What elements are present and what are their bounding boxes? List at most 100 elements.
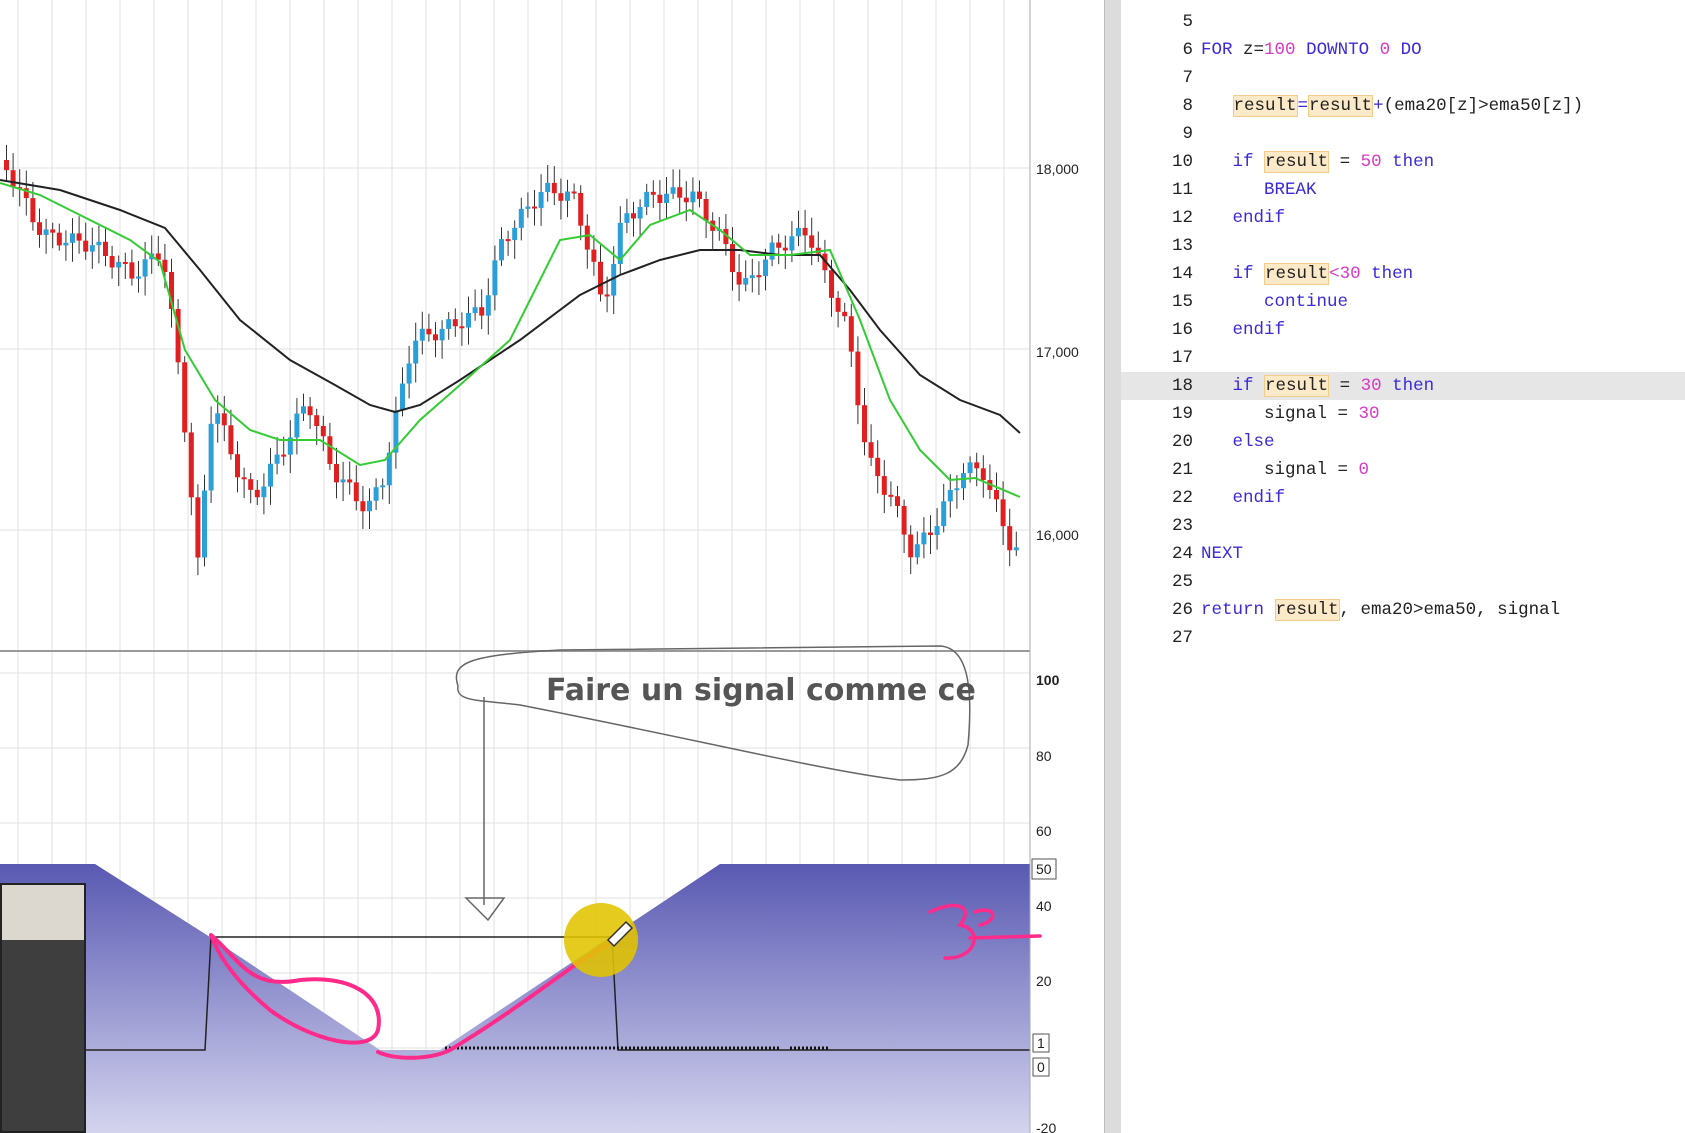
candle-bearish [736,272,742,285]
code-line[interactable]: 27 [1121,624,1685,652]
candle-bullish [954,488,960,491]
line-number: 15 [1171,292,1193,312]
candle-bullish [406,363,412,384]
code-text[interactable]: if result<30 then [1201,260,1413,288]
code-text[interactable]: signal = 0 [1201,456,1369,484]
indicator-result-area [0,864,1030,1133]
line-number: 17 [1171,348,1193,368]
splitter-bar[interactable] [1104,0,1122,1133]
code-text[interactable]: continue [1201,288,1348,316]
ema-lines [0,179,1021,498]
candle-bullish [400,383,405,411]
candle-bullish [466,312,471,328]
line-number: 16 [1171,320,1193,340]
candle-bullish [941,501,947,527]
code-text[interactable]: result=result+(ema20[z]>ema50[z]) [1201,92,1583,120]
code-token: NEXT [1201,544,1244,564]
code-line[interactable]: 19 signal = 30 [1121,400,1685,428]
line-number: 21 [1171,460,1193,480]
code-text[interactable]: return result, ema20>ema50, signal [1201,596,1560,624]
code-token: BREAK [1264,180,1317,200]
code-text[interactable]: FOR z=100 DOWNTO 0 DO [1201,36,1422,64]
cursor-highlight [564,903,638,977]
code-line[interactable]: 12 endif [1121,204,1685,232]
candle-bearish [10,170,16,188]
line-number: 22 [1171,488,1193,508]
code-text[interactable]: else [1201,428,1275,456]
code-line[interactable]: 10 if result = 50 then [1121,148,1685,176]
candle-bullish [116,261,122,268]
candle-bearish [697,191,702,199]
indicator-result-fill [0,864,1030,1133]
candle-bearish [677,187,683,198]
code-line[interactable]: 17 [1121,344,1685,372]
code-line[interactable]: 9 [1121,120,1685,148]
candle-bullish [545,182,551,192]
code-line[interactable]: 22 endif [1121,484,1685,512]
candle-bullish [96,241,102,246]
candle-bullish [261,486,267,498]
code-text[interactable]: if result = 50 then [1201,148,1434,176]
candle-bearish [776,242,782,248]
code-line[interactable]: 21 signal = 0 [1121,456,1685,484]
code-token: endif [1232,208,1286,228]
code-line[interactable]: 15 continue [1121,288,1685,316]
webcam-overlay [0,883,86,1133]
candle-bullish [89,245,95,252]
candle-bullish [525,206,531,209]
candle-bullish [472,307,478,313]
candle-bearish [584,225,590,250]
candle-bearish [730,244,735,273]
indicator-tick-100: 100 [1036,672,1060,688]
code-line[interactable]: 5 [1121,8,1685,36]
candle-bearish [459,326,465,329]
code-line[interactable]: 24 NEXT [1121,540,1685,568]
candle-bearish [314,415,320,426]
candle-bullish [142,259,148,277]
code-text[interactable]: endif [1201,316,1286,344]
candle-bearish [452,319,458,327]
candle-bullish [921,532,927,545]
candle-bullish [294,413,300,438]
code-line[interactable]: 16 endif [1121,316,1685,344]
indicator-tick-60: 60 [1036,823,1052,839]
code-token: continue [1264,292,1349,312]
line-number: 6 [1182,40,1193,60]
code-token: result [1232,95,1298,117]
candle-bearish [30,198,36,223]
code-line[interactable]: 6 FOR z=100 DOWNTO 0 DO [1121,36,1685,64]
code-token: then [1392,376,1435,396]
chart-canvas[interactable]: 18,000 17,000 16,000 100 80 60 50 40 20 … [0,0,1108,1133]
candle-bullish [202,490,207,558]
code-line[interactable]: 25 [1121,568,1685,596]
code-text[interactable]: NEXT [1201,540,1243,568]
code-line[interactable]: 20 else [1121,428,1685,456]
code-line[interactable]: 26 return result, ema20>ema50, signal [1121,596,1685,624]
code-line[interactable]: 11 BREAK [1121,176,1685,204]
code-line[interactable]: 13 [1121,232,1685,260]
candle-bearish [928,532,933,536]
code-line[interactable]: 18 if result = 30 then [1121,372,1685,400]
code-line[interactable]: 14 if result<30 then [1121,260,1685,288]
candle-bearish [433,334,438,341]
code-text[interactable]: if result = 30 then [1201,372,1434,400]
code-token: z= [1232,40,1265,60]
code-line[interactable]: 8 result=result+(ema20[z]>ema50[z]) [1121,92,1685,120]
code-text[interactable]: signal = 30 [1201,400,1380,428]
code-editor[interactable]: 5 6 FOR z=100 DOWNTO 0 DO 7 8 result=result+… [1121,0,1685,1133]
axis-labels: 18,000 17,000 16,000 100 80 60 50 40 20 … [1031,161,1079,1133]
code-text[interactable]: BREAK [1201,176,1317,204]
code-line[interactable]: 23 [1121,512,1685,540]
line-number: 11 [1171,180,1193,200]
candle-bullish [43,229,49,235]
code-line[interactable]: 7 [1121,64,1685,92]
ema20-line [0,182,1021,498]
code-text[interactable]: endif [1201,484,1286,512]
code-token: DO [1400,40,1422,60]
chart-area[interactable]: 18,000 17,000 16,000 100 80 60 50 40 20 … [0,0,1108,1133]
code-text[interactable]: endif [1201,204,1286,232]
